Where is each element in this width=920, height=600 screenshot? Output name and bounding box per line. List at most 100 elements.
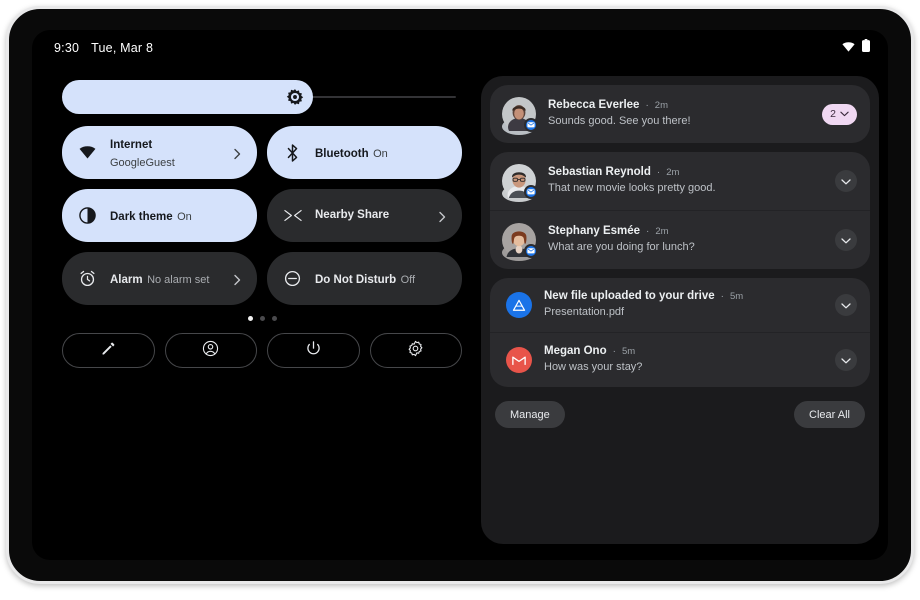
- tile-dark-theme[interactable]: Dark theme On: [62, 189, 257, 242]
- notification-separator: ·: [645, 100, 649, 111]
- quick-settings-footer: [62, 333, 462, 368]
- expand-button[interactable]: [835, 349, 857, 371]
- battery-icon: [862, 39, 870, 57]
- tile-row-1: Internet GoogleGuest Bluetooth On: [62, 126, 462, 179]
- status-time: 9:30: [54, 41, 80, 55]
- avatar: [502, 164, 538, 204]
- notification-text: Presentation.pdf: [544, 306, 625, 318]
- power-button[interactable]: [267, 333, 360, 368]
- tile-alarm[interactable]: Alarm No alarm set: [62, 252, 257, 305]
- tile-nearby-share-text: Nearby Share: [315, 189, 423, 242]
- drive-icon: [506, 292, 532, 318]
- user-switch-button[interactable]: [164, 333, 257, 368]
- chevron-down-icon: [841, 172, 851, 190]
- power-icon: [305, 340, 322, 362]
- page-dot-3[interactable]: [271, 316, 277, 321]
- quick-settings-panel: Internet GoogleGuest Bluetooth On Dark t…: [62, 80, 462, 368]
- tile-do-not-disturb-text: Do Not Disturb Off: [315, 270, 448, 288]
- notification-time: 5m: [729, 291, 744, 302]
- messages-icon: [524, 118, 538, 132]
- notification-separator: ·: [612, 346, 616, 357]
- brightness-icon: [286, 88, 304, 106]
- tile-row-3: Alarm No alarm set Do Not Disturb Off: [62, 252, 462, 305]
- tile-do-not-disturb-label: Do Not Disturb: [315, 273, 397, 286]
- tile-internet[interactable]: Internet GoogleGuest: [62, 126, 257, 179]
- notification-group: Sebastian Reynold · 2m That new movie lo…: [490, 152, 870, 269]
- notification-time: 2m: [654, 100, 668, 111]
- messages-icon: [524, 244, 538, 258]
- notification-text: That new movie looks pretty good.: [548, 182, 716, 194]
- tile-alarm-label: Alarm: [110, 273, 143, 286]
- clear-all-button[interactable]: Clear All: [794, 401, 865, 428]
- notification-header: Rebecca Everlee · 2m: [548, 99, 810, 111]
- avatar: [506, 347, 532, 373]
- edit-tiles-button[interactable]: [62, 333, 155, 368]
- tile-dark-theme-label: Dark theme: [110, 210, 173, 223]
- notification-separator: ·: [646, 226, 650, 237]
- manage-button[interactable]: Manage: [495, 401, 565, 428]
- settings-button[interactable]: [369, 333, 462, 368]
- notification-count-badge[interactable]: 2: [822, 103, 857, 125]
- alarm-icon: [78, 269, 97, 288]
- brightness-slider[interactable]: [62, 80, 462, 114]
- messages-icon: [524, 185, 538, 199]
- account-icon: [202, 340, 219, 362]
- notification-group: Rebecca Everlee · 2m Sounds good. See yo…: [490, 85, 870, 143]
- notification-group: New file uploaded to your drive · 5m Pre…: [490, 278, 870, 387]
- notification-text: Sounds good. See you there!: [548, 115, 691, 127]
- tile-internet-sub: GoogleGuest: [110, 156, 175, 169]
- notification-time: 5m: [621, 346, 636, 357]
- notification-drive-upload[interactable]: New file uploaded to your drive · 5m Pre…: [490, 278, 870, 332]
- status-bar-right: [842, 39, 870, 57]
- notification-header: New file uploaded to your drive · 5m: [544, 290, 823, 302]
- do-not-disturb-icon: [283, 269, 302, 288]
- tile-nearby-share[interactable]: Nearby Share: [267, 189, 462, 242]
- page-dot-2[interactable]: [259, 316, 265, 321]
- tile-bluetooth[interactable]: Bluetooth On: [267, 126, 462, 179]
- chevron-down-icon: [841, 351, 851, 369]
- gear-icon: [407, 340, 424, 362]
- tile-alarm-text: Alarm No alarm set: [110, 270, 218, 288]
- notification-stephany-esmee[interactable]: Stephany Esmée · 2m What are you doing f…: [490, 210, 870, 269]
- notification-panel: Rebecca Everlee · 2m Sounds good. See yo…: [481, 76, 879, 544]
- notification-text: What are you doing for lunch?: [548, 241, 695, 253]
- chevron-right-icon[interactable]: [231, 273, 243, 285]
- notification-sebastian-reynold[interactable]: Sebastian Reynold · 2m That new movie lo…: [490, 152, 870, 210]
- notification-body: Megan Ono · 5m How was your stay?: [544, 345, 823, 375]
- tile-bluetooth-sub: On: [373, 147, 388, 160]
- chevron-right-icon[interactable]: [436, 210, 448, 222]
- notification-separator: ·: [656, 167, 661, 178]
- notification-title: Megan Ono: [544, 345, 607, 357]
- expand-button[interactable]: [835, 170, 857, 192]
- expand-button[interactable]: [835, 294, 857, 316]
- chevron-right-icon[interactable]: [231, 147, 243, 159]
- notification-megan-ono[interactable]: Megan Ono · 5m How was your stay?: [490, 332, 870, 387]
- tablet-screen: 9:30 Tue, Mar 8 Internet GoogleGuest Blu…: [32, 30, 888, 560]
- status-bar: 9:30 Tue, Mar 8: [32, 30, 888, 66]
- notification-count: 2: [830, 108, 836, 120]
- notification-rebecca-everlee[interactable]: Rebecca Everlee · 2m Sounds good. See yo…: [490, 85, 870, 143]
- brightness-slider-fill: [62, 80, 313, 114]
- notification-body: Rebecca Everlee · 2m Sounds good. See yo…: [548, 99, 810, 129]
- tile-bluetooth-text: Bluetooth On: [315, 144, 448, 162]
- tile-internet-text: Internet GoogleGuest: [110, 135, 218, 171]
- expand-button[interactable]: [835, 229, 857, 251]
- notification-body: Stephany Esmée · 2m What are you doing f…: [548, 225, 823, 255]
- dark-theme-icon: [78, 206, 97, 225]
- notification-title: Rebecca Everlee: [548, 99, 640, 111]
- notification-header: Megan Ono · 5m: [544, 345, 823, 357]
- notification-footer: Manage Clear All: [490, 396, 870, 428]
- page-dot-1[interactable]: [247, 316, 253, 321]
- tile-dark-theme-text: Dark theme On: [110, 207, 243, 225]
- chevron-down-icon: [841, 296, 851, 314]
- wifi-icon: [842, 39, 855, 57]
- chevron-down-icon: [840, 108, 849, 120]
- notification-header: Stephany Esmée · 2m: [548, 225, 823, 237]
- tile-alarm-sub: No alarm set: [147, 273, 210, 286]
- bluetooth-icon: [283, 143, 302, 162]
- tile-do-not-disturb[interactable]: Do Not Disturb Off: [267, 252, 462, 305]
- page-indicator: [62, 316, 462, 321]
- tile-internet-label: Internet: [110, 138, 153, 151]
- tablet-device-frame: 9:30 Tue, Mar 8 Internet GoogleGuest Blu…: [6, 6, 914, 584]
- wifi-icon: [78, 143, 97, 162]
